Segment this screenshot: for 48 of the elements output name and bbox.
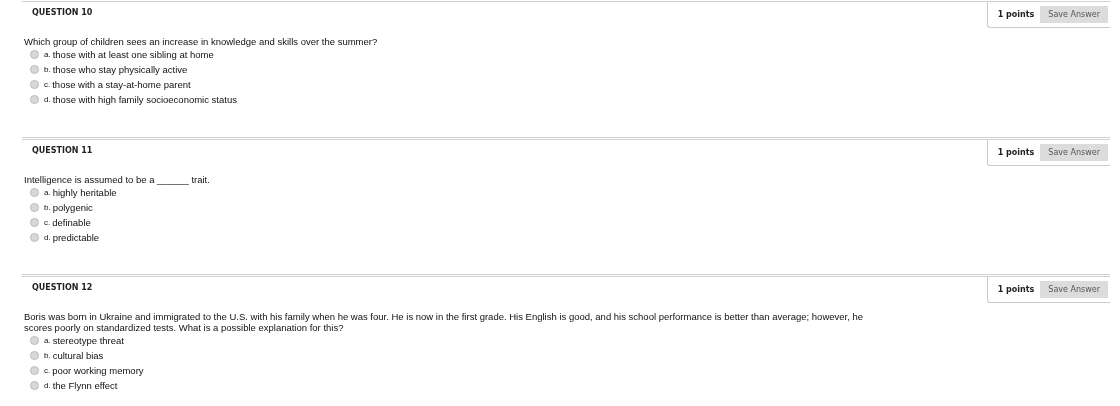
option-letter: d. (44, 95, 51, 104)
question-title: QUESTION 11 (32, 146, 93, 155)
radio-button[interactable] (30, 233, 39, 242)
radio-button[interactable] (30, 50, 39, 59)
option-text[interactable]: predictable (52, 232, 100, 243)
option-letter: c. (44, 218, 51, 227)
option-text[interactable]: definable (52, 217, 91, 228)
radio-button[interactable] (30, 203, 39, 212)
question-title: QUESTION 10 (32, 8, 93, 17)
radio-button[interactable] (30, 65, 39, 74)
question-text: Boris was born in Ukraine and immigrated to the U.S. with his family when he was four. He is now in the first grade. His English is good, and his school performance is better than average; however, he scores poorly on standardized tests. What is a possible explanation for this? (24, 311, 864, 333)
option-letter: d. (44, 233, 51, 242)
points-label: 1 points (997, 10, 1035, 19)
radio-button[interactable] (30, 188, 39, 197)
points-label: 1 points (997, 285, 1035, 294)
question-text: Which group of children sees an increase in knowledge and skills over the summer? (24, 36, 379, 47)
option-letter: c. (44, 366, 51, 375)
option-text[interactable]: cultural bias (52, 350, 104, 361)
option-text[interactable]: those with high family socioeconomic status (52, 94, 237, 105)
option-letter: a. (44, 188, 51, 197)
option-letter: d. (44, 381, 51, 390)
question-text: Intelligence is assumed to be a ______ trait. (24, 174, 211, 185)
radio-button[interactable] (30, 95, 39, 104)
option-text[interactable]: poor working memory (52, 365, 144, 376)
radio-button[interactable] (30, 366, 39, 375)
option-text[interactable]: stereotype threat (52, 335, 124, 346)
question-title: QUESTION 12 (32, 283, 93, 292)
radio-button[interactable] (30, 351, 39, 360)
option-text[interactable]: those with at least one sibling at home (52, 49, 214, 60)
option-letter: a. (44, 336, 51, 345)
save-answer-button[interactable]: Save Answer (1040, 144, 1108, 161)
option-letter: b. (44, 203, 51, 212)
option-text[interactable]: the Flynn effect (52, 380, 118, 391)
option-text[interactable]: highly heritable (52, 187, 117, 198)
option-letter: b. (44, 65, 51, 74)
option-text[interactable]: those with a stay-at-home parent (52, 79, 191, 90)
radio-button[interactable] (30, 336, 39, 345)
option-text[interactable]: polygenic (52, 202, 93, 213)
points-label: 1 points (997, 148, 1035, 157)
option-letter: a. (44, 50, 51, 59)
option-letter: b. (44, 351, 51, 360)
option-letter: c. (44, 80, 51, 89)
radio-button[interactable] (30, 80, 39, 89)
radio-button[interactable] (30, 381, 39, 390)
option-text[interactable]: those who stay physically active (52, 64, 188, 75)
save-answer-button[interactable]: Save Answer (1040, 6, 1108, 23)
save-answer-button[interactable]: Save Answer (1040, 281, 1108, 298)
radio-button[interactable] (30, 218, 39, 227)
